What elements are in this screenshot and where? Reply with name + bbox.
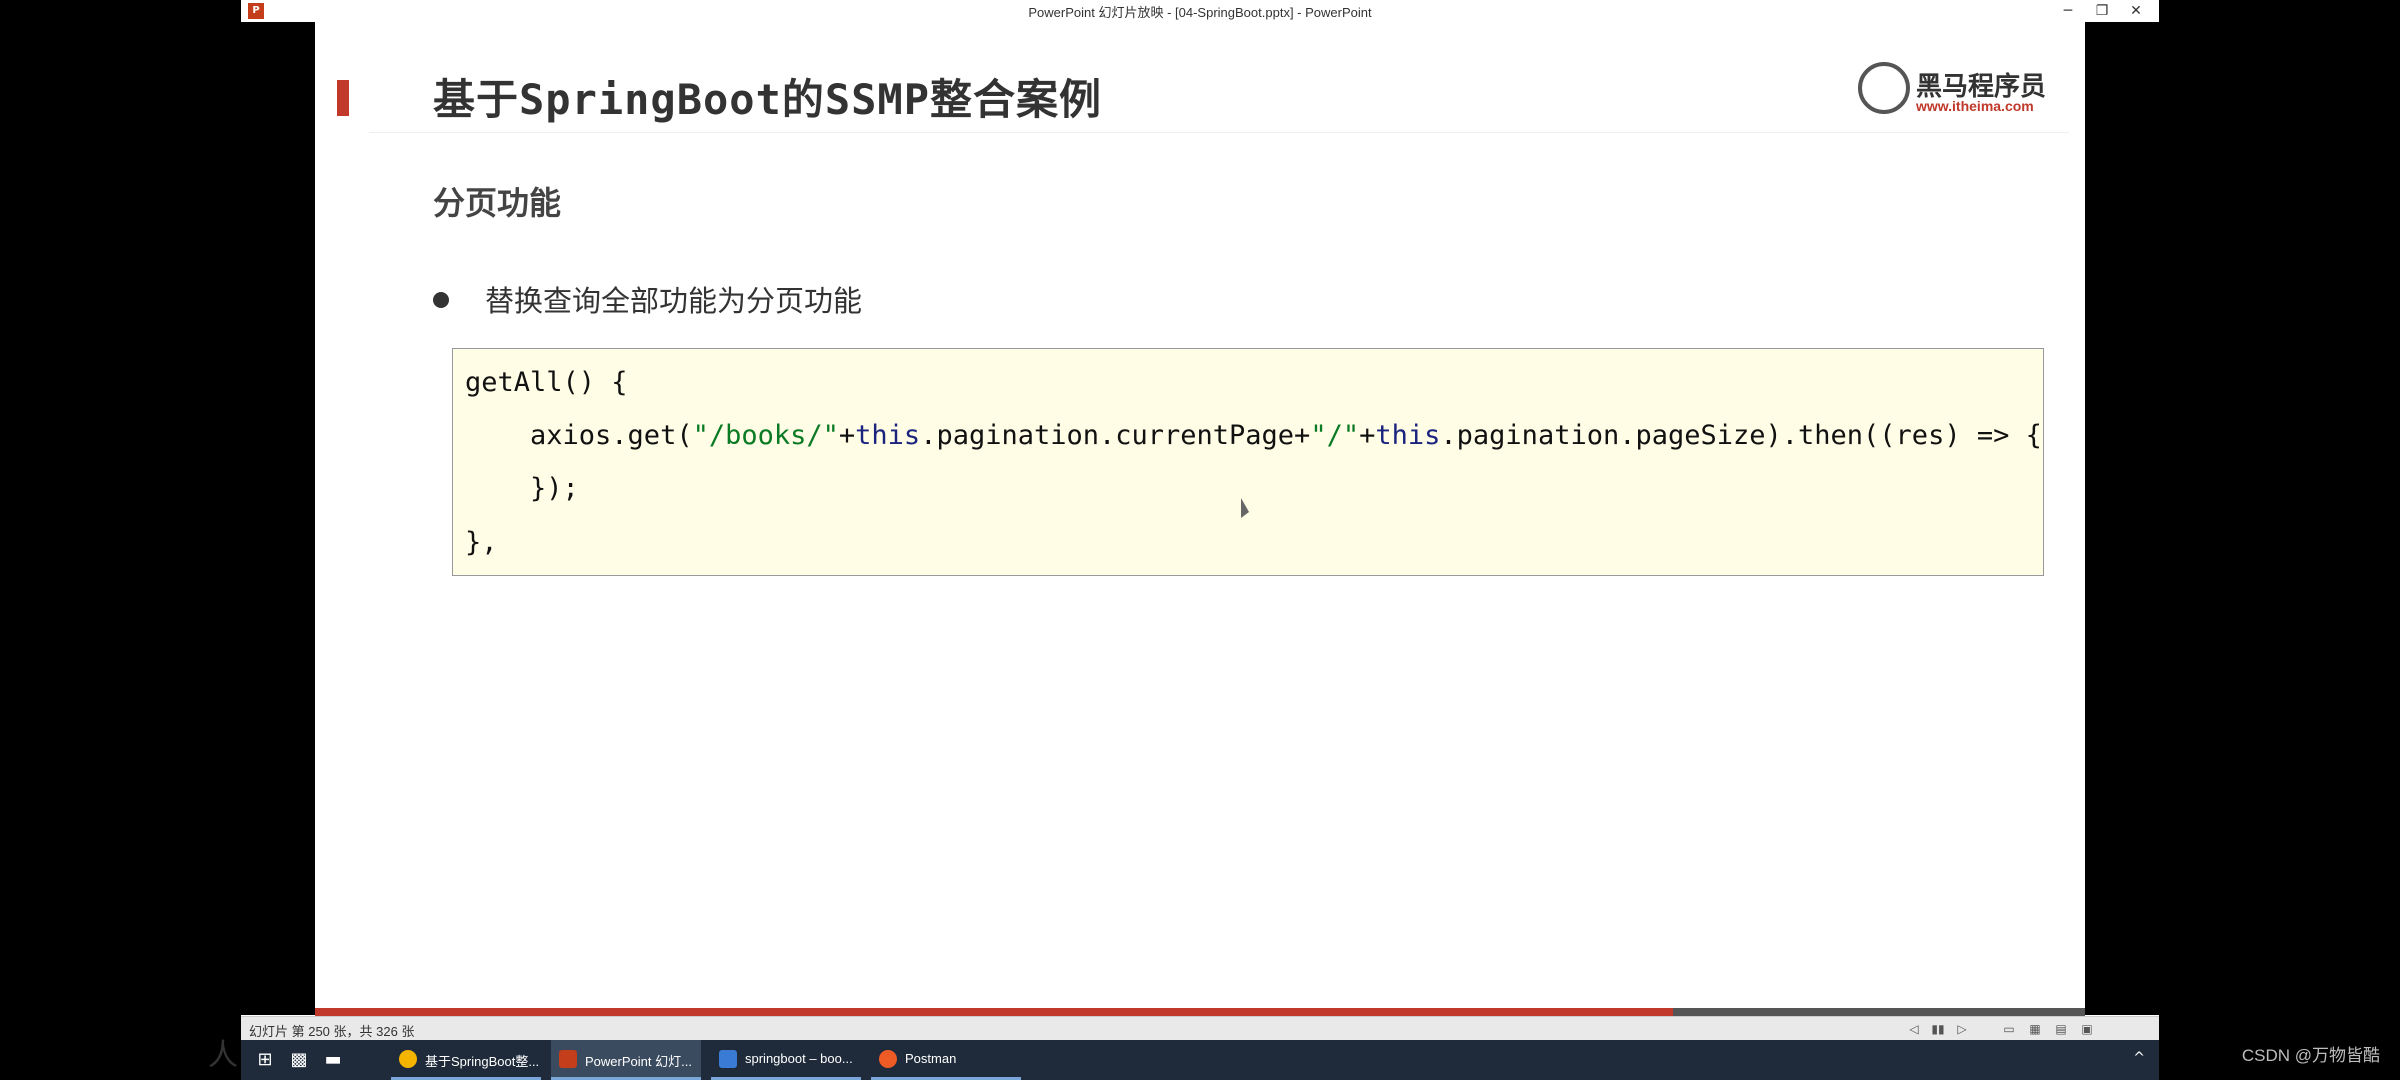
code-line-3: }); <box>465 473 579 504</box>
code-string: "/" <box>1310 420 1360 451</box>
slide-sorter-icon[interactable]: ▦ <box>2027 1021 2043 1037</box>
window-title: PowerPoint 幻灯片放映 - [04-SpringBoot.pptx] … <box>1028 5 1372 20</box>
powerpoint-window: P PowerPoint 幻灯片放映 - [04-SpringBoot.pptx… <box>241 0 2159 1080</box>
taskbar: ⊞ ▩ ▬ 基于SpringBoot整... PowerPoint 幻灯... … <box>241 1040 2159 1080</box>
next-slide-icon[interactable]: ▷ <box>1954 1021 1970 1037</box>
letterbox-left <box>241 22 315 1015</box>
code-token: + <box>838 420 856 451</box>
code-token: axios.get( <box>465 420 693 451</box>
background-faded-text: 人 <box>208 1038 238 1073</box>
taskbar-item-label: PowerPoint 幻灯... <box>585 1054 692 1069</box>
postman-icon <box>879 1050 897 1068</box>
code-line-4: }, <box>465 527 498 558</box>
chrome-icon <box>399 1050 417 1068</box>
title-accent-bar <box>337 80 349 116</box>
slide-progress-bar <box>315 1008 2085 1016</box>
app-grid-icon[interactable]: ▩ <box>287 1048 311 1072</box>
slide-canvas[interactable]: 基于SpringBoot的SSMP整合案例 黑马程序员 www.itheima.… <box>315 22 2085 1015</box>
slideshow-view-icon[interactable]: ▣ <box>2079 1021 2095 1037</box>
slide-title: 基于SpringBoot的SSMP整合案例 <box>433 75 1103 124</box>
reading-view-icon[interactable]: ▤ <box>2053 1021 2069 1037</box>
horse-logo-icon <box>1858 62 1910 114</box>
tray-expand-icon[interactable]: ^ <box>2133 1050 2145 1066</box>
file-explorer-icon[interactable]: ▬ <box>321 1048 345 1072</box>
taskbar-item-label: springboot – boo... <box>745 1051 853 1066</box>
section-title: 分页功能 <box>433 184 562 222</box>
code-token: + <box>1359 420 1376 451</box>
logo-url: www.itheima.com <box>1916 98 2034 114</box>
pause-icon[interactable]: ▮▮ <box>1930 1021 1946 1037</box>
code-string: "/books/" <box>692 420 839 451</box>
code-block: getAll() { axios.get("/books/"+this.pagi… <box>452 348 2044 576</box>
status-bar: 幻灯片 第 250 张，共 326 张 ◁ ▮▮ ▷ ▭ ▦ ▤ ▣ <box>241 1016 2159 1041</box>
mouse-cursor-icon <box>1241 498 1249 518</box>
code-token: .pagination.pageSize).then((res) => { <box>1440 420 2042 451</box>
bullet-text: 替换查询全部功能为分页功能 <box>485 284 863 318</box>
letterbox-right <box>2085 22 2159 1015</box>
taskbar-item-label: 基于SpringBoot整... <box>425 1054 540 1069</box>
code-keyword: this <box>1375 420 1441 451</box>
code-keyword: this <box>855 420 921 451</box>
taskbar-item-label: Postman <box>905 1051 957 1066</box>
code-token: .pagination.currentPage+ <box>920 420 1311 451</box>
csdn-watermark: CSDN @万物皆酷 <box>2241 1046 2380 1065</box>
title-divider <box>369 132 2069 133</box>
slide-counter: 幻灯片 第 250 张，共 326 张 <box>249 1024 415 1039</box>
code-line-2: axios.get("/books/"+this.pagination.curr… <box>465 420 2042 451</box>
itheima-logo: 黑马程序员 www.itheima.com <box>1858 62 2046 118</box>
bullet-icon <box>433 292 449 308</box>
windows-start-icon[interactable]: ⊞ <box>253 1048 277 1072</box>
taskbar-item-chrome[interactable]: 基于SpringBoot整... <box>391 1040 541 1080</box>
taskbar-item-postman[interactable]: Postman <box>871 1040 1021 1080</box>
taskbar-item-powerpoint[interactable]: PowerPoint 幻灯... <box>551 1040 701 1080</box>
slide-progress-fill <box>315 1008 1673 1016</box>
code-line-1: getAll() { <box>465 367 628 398</box>
previous-slide-icon[interactable]: ◁ <box>1906 1021 1922 1037</box>
normal-view-icon[interactable]: ▭ <box>2001 1021 2017 1037</box>
title-bar[interactable]: P PowerPoint 幻灯片放映 - [04-SpringBoot.pptx… <box>241 0 2159 23</box>
powerpoint-taskbar-icon <box>559 1050 577 1068</box>
close-button[interactable]: ✕ <box>2113 0 2159 22</box>
taskbar-item-intellij[interactable]: springboot – boo... <box>711 1040 861 1080</box>
intellij-icon <box>719 1050 737 1068</box>
